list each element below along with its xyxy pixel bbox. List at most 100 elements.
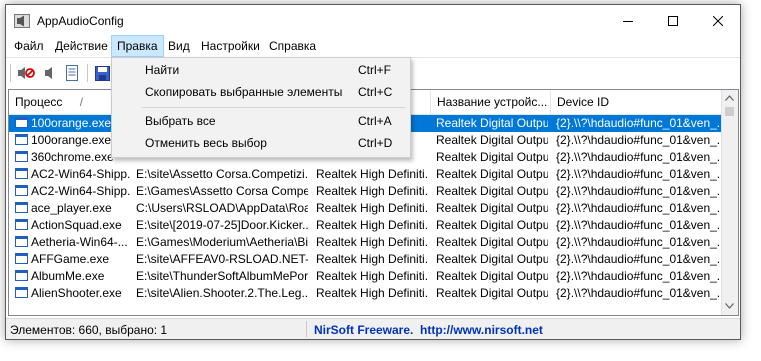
process-icon xyxy=(15,287,28,298)
menu-separator xyxy=(142,107,406,108)
cell-path: E:\site\ThunderSoftAlbumMePor... xyxy=(136,269,308,283)
process-icon xyxy=(15,185,28,196)
cell-device-desc: Realtek High Definiti... xyxy=(316,201,428,215)
status-item-count: Элементов: 660, выбрано: 1 xyxy=(10,323,168,337)
table-row[interactable]: AlienShooter.exe E:\site\Alien.Shooter.2… xyxy=(9,285,722,302)
properties-button[interactable] xyxy=(62,63,82,83)
menu-item-find[interactable]: Найти Ctrl+F xyxy=(112,60,410,81)
cell-device-id: {2}.\\?\hdaudio#func_01&ven_... xyxy=(556,133,722,147)
cell-path: E:\Games\Assetto Corsa Compe... xyxy=(136,184,308,198)
process-icon xyxy=(15,202,28,213)
cell-device-name: Realtek Digital Output xyxy=(436,218,548,232)
table-row[interactable]: ace_player.exe C:\Users\RSLOAD\AppData\R… xyxy=(9,200,722,217)
cell-process: Aetheria-Win64-... xyxy=(31,235,128,249)
cell-process: AFFGame.exe xyxy=(31,252,110,266)
nirsoft-link[interactable]: NirSoft Freeware. http://www.nirsoft.net xyxy=(314,323,543,337)
cell-process: AC2-Win64-Shipp... xyxy=(31,184,131,198)
cell-device-id: {2}.\\?\hdaudio#func_01&ven_... xyxy=(556,150,722,164)
cell-device-name: Realtek Digital Output xyxy=(436,286,548,300)
vertical-scrollbar[interactable] xyxy=(721,90,738,315)
table-row[interactable]: Aetheria-Win64-... E:\Games\Moderium\Aet… xyxy=(9,234,722,251)
cell-path: E:\site\Alien.Shooter.2.The.Leg... xyxy=(136,286,308,300)
title-bar[interactable]: AppAudioConfig xyxy=(6,5,740,36)
cell-device-id: {2}.\\?\hdaudio#func_01&ven_... xyxy=(556,269,722,283)
process-icon xyxy=(15,168,28,179)
cell-device-desc: Realtek High Definiti... xyxy=(316,235,428,249)
table-row[interactable]: AC2-Win64-Shipp... E:\site\Assetto Corsa… xyxy=(9,166,722,183)
cell-device-id: {2}.\\?\hdaudio#func_01&ven_... xyxy=(556,252,722,266)
cell-device-desc: Realtek High Definiti... xyxy=(316,184,428,198)
cell-device-name: Realtek Digital Output xyxy=(436,116,548,130)
menu-settings[interactable]: Настройки xyxy=(196,36,265,56)
minimize-button[interactable] xyxy=(605,5,650,36)
cell-process: AlbumMe.exe xyxy=(31,269,105,283)
cell-path: E:\site\[2019-07-25]Door.Kicker... xyxy=(136,218,308,232)
cell-device-name: Realtek Digital Output xyxy=(436,167,548,181)
cell-device-id: {2}.\\?\hdaudio#func_01&ven_... xyxy=(556,116,722,130)
menu-help[interactable]: Справка xyxy=(264,36,321,56)
cell-path: E:\Games\Moderium\Aetheria\Bi... xyxy=(136,235,308,249)
cell-process: AC2-Win64-Shipp... xyxy=(31,167,131,181)
toolbar-separator xyxy=(87,64,88,82)
mute-icon xyxy=(18,67,35,79)
window-title: AppAudioConfig xyxy=(37,14,124,28)
cell-device-desc: Realtek High Definiti... xyxy=(316,167,428,181)
scroll-thumb[interactable] xyxy=(725,107,734,116)
cell-device-id: {2}.\\?\hdaudio#func_01&ven_... xyxy=(556,184,722,198)
cell-device-id: {2}.\\?\hdaudio#func_01&ven_... xyxy=(556,286,722,300)
save-button[interactable] xyxy=(92,63,112,83)
cell-device-name: Realtek Digital Output xyxy=(436,133,548,147)
menu-item-deselect-all[interactable]: Отменить весь выбор Ctrl+D xyxy=(112,133,410,154)
cell-device-name: Realtek Digital Output xyxy=(436,201,548,215)
menu-action[interactable]: Действие xyxy=(50,36,113,56)
process-icon xyxy=(15,270,28,281)
process-icon xyxy=(15,134,28,145)
sort-indicator: / xyxy=(79,95,84,109)
cell-device-name: Realtek Digital Output xyxy=(436,150,548,164)
menu-edit[interactable]: Правка xyxy=(111,35,164,57)
menu-view[interactable]: Вид xyxy=(163,36,195,56)
cell-process: ActionSquad.exe xyxy=(31,218,122,232)
column-header-device-id[interactable]: Device ID xyxy=(551,90,722,114)
menu-item-copy-selected[interactable]: Скопировать выбранные элементы Ctrl+C xyxy=(112,82,410,103)
unmute-button[interactable] xyxy=(40,63,60,83)
table-row[interactable]: AC2-Win64-Shipp... E:\Games\Assetto Cors… xyxy=(9,183,722,200)
close-button[interactable] xyxy=(695,5,740,36)
cell-device-desc: Realtek High Definiti... xyxy=(316,252,428,266)
cell-path: E:\site\AFFEAV0-RSLOAD.NET-\... xyxy=(136,252,308,266)
table-row[interactable]: ActionSquad.exe E:\site\[2019-07-25]Door… xyxy=(9,217,722,234)
menu-file[interactable]: Файл xyxy=(9,36,49,56)
cell-device-id: {2}.\\?\hdaudio#func_01&ven_... xyxy=(556,235,722,249)
column-header-device-name[interactable]: Название устройс... xyxy=(431,90,551,114)
scroll-up-icon[interactable] xyxy=(725,95,734,101)
cell-device-desc: Realtek High Definiti... xyxy=(316,269,428,283)
cell-device-name: Realtek Digital Output xyxy=(436,235,548,249)
cell-device-id: {2}.\\?\hdaudio#func_01&ven_... xyxy=(556,167,722,181)
scroll-down-icon[interactable] xyxy=(725,303,734,309)
table-row[interactable]: AFFGame.exe E:\site\AFFEAV0-RSLOAD.NET-\… xyxy=(9,251,722,268)
cell-process: AlienShooter.exe xyxy=(31,286,122,300)
cell-device-name: Realtek Digital Output xyxy=(436,184,548,198)
table-row[interactable]: AlbumMe.exe E:\site\ThunderSoftAlbumMePo… xyxy=(9,268,722,285)
app-speaker-icon xyxy=(14,14,30,28)
save-icon xyxy=(94,65,110,81)
maximize-icon xyxy=(667,15,678,26)
cell-path: C:\Users\RSLOAD\AppData\Roa... xyxy=(136,201,308,215)
toolbar-grip xyxy=(10,64,11,82)
edit-menu-dropdown: Найти Ctrl+F Скопировать выбранные элеме… xyxy=(111,57,411,158)
cell-device-desc: Realtek High Definiti... xyxy=(316,286,428,300)
cell-device-name: Realtek Digital Output xyxy=(436,252,548,266)
process-icon xyxy=(15,117,28,128)
process-icon xyxy=(15,151,28,162)
mute-button[interactable] xyxy=(16,63,36,83)
process-icon xyxy=(15,236,28,247)
status-bar: Элементов: 660, выбрано: 1 NirSoft Freew… xyxy=(6,318,740,339)
cell-process: ace_player.exe xyxy=(31,201,112,215)
unmute-icon xyxy=(45,67,52,79)
maximize-button[interactable] xyxy=(650,5,695,36)
menu-item-select-all[interactable]: Выбрать все Ctrl+A xyxy=(112,111,410,132)
cell-device-id: {2}.\\?\hdaudio#func_01&ven_... xyxy=(556,201,722,215)
app-window: AppAudioConfig Файл Действие Правка Вид … xyxy=(5,4,741,340)
cell-path: E:\site\Assetto Corsa.Competizi... xyxy=(136,167,308,181)
close-icon xyxy=(712,15,723,26)
